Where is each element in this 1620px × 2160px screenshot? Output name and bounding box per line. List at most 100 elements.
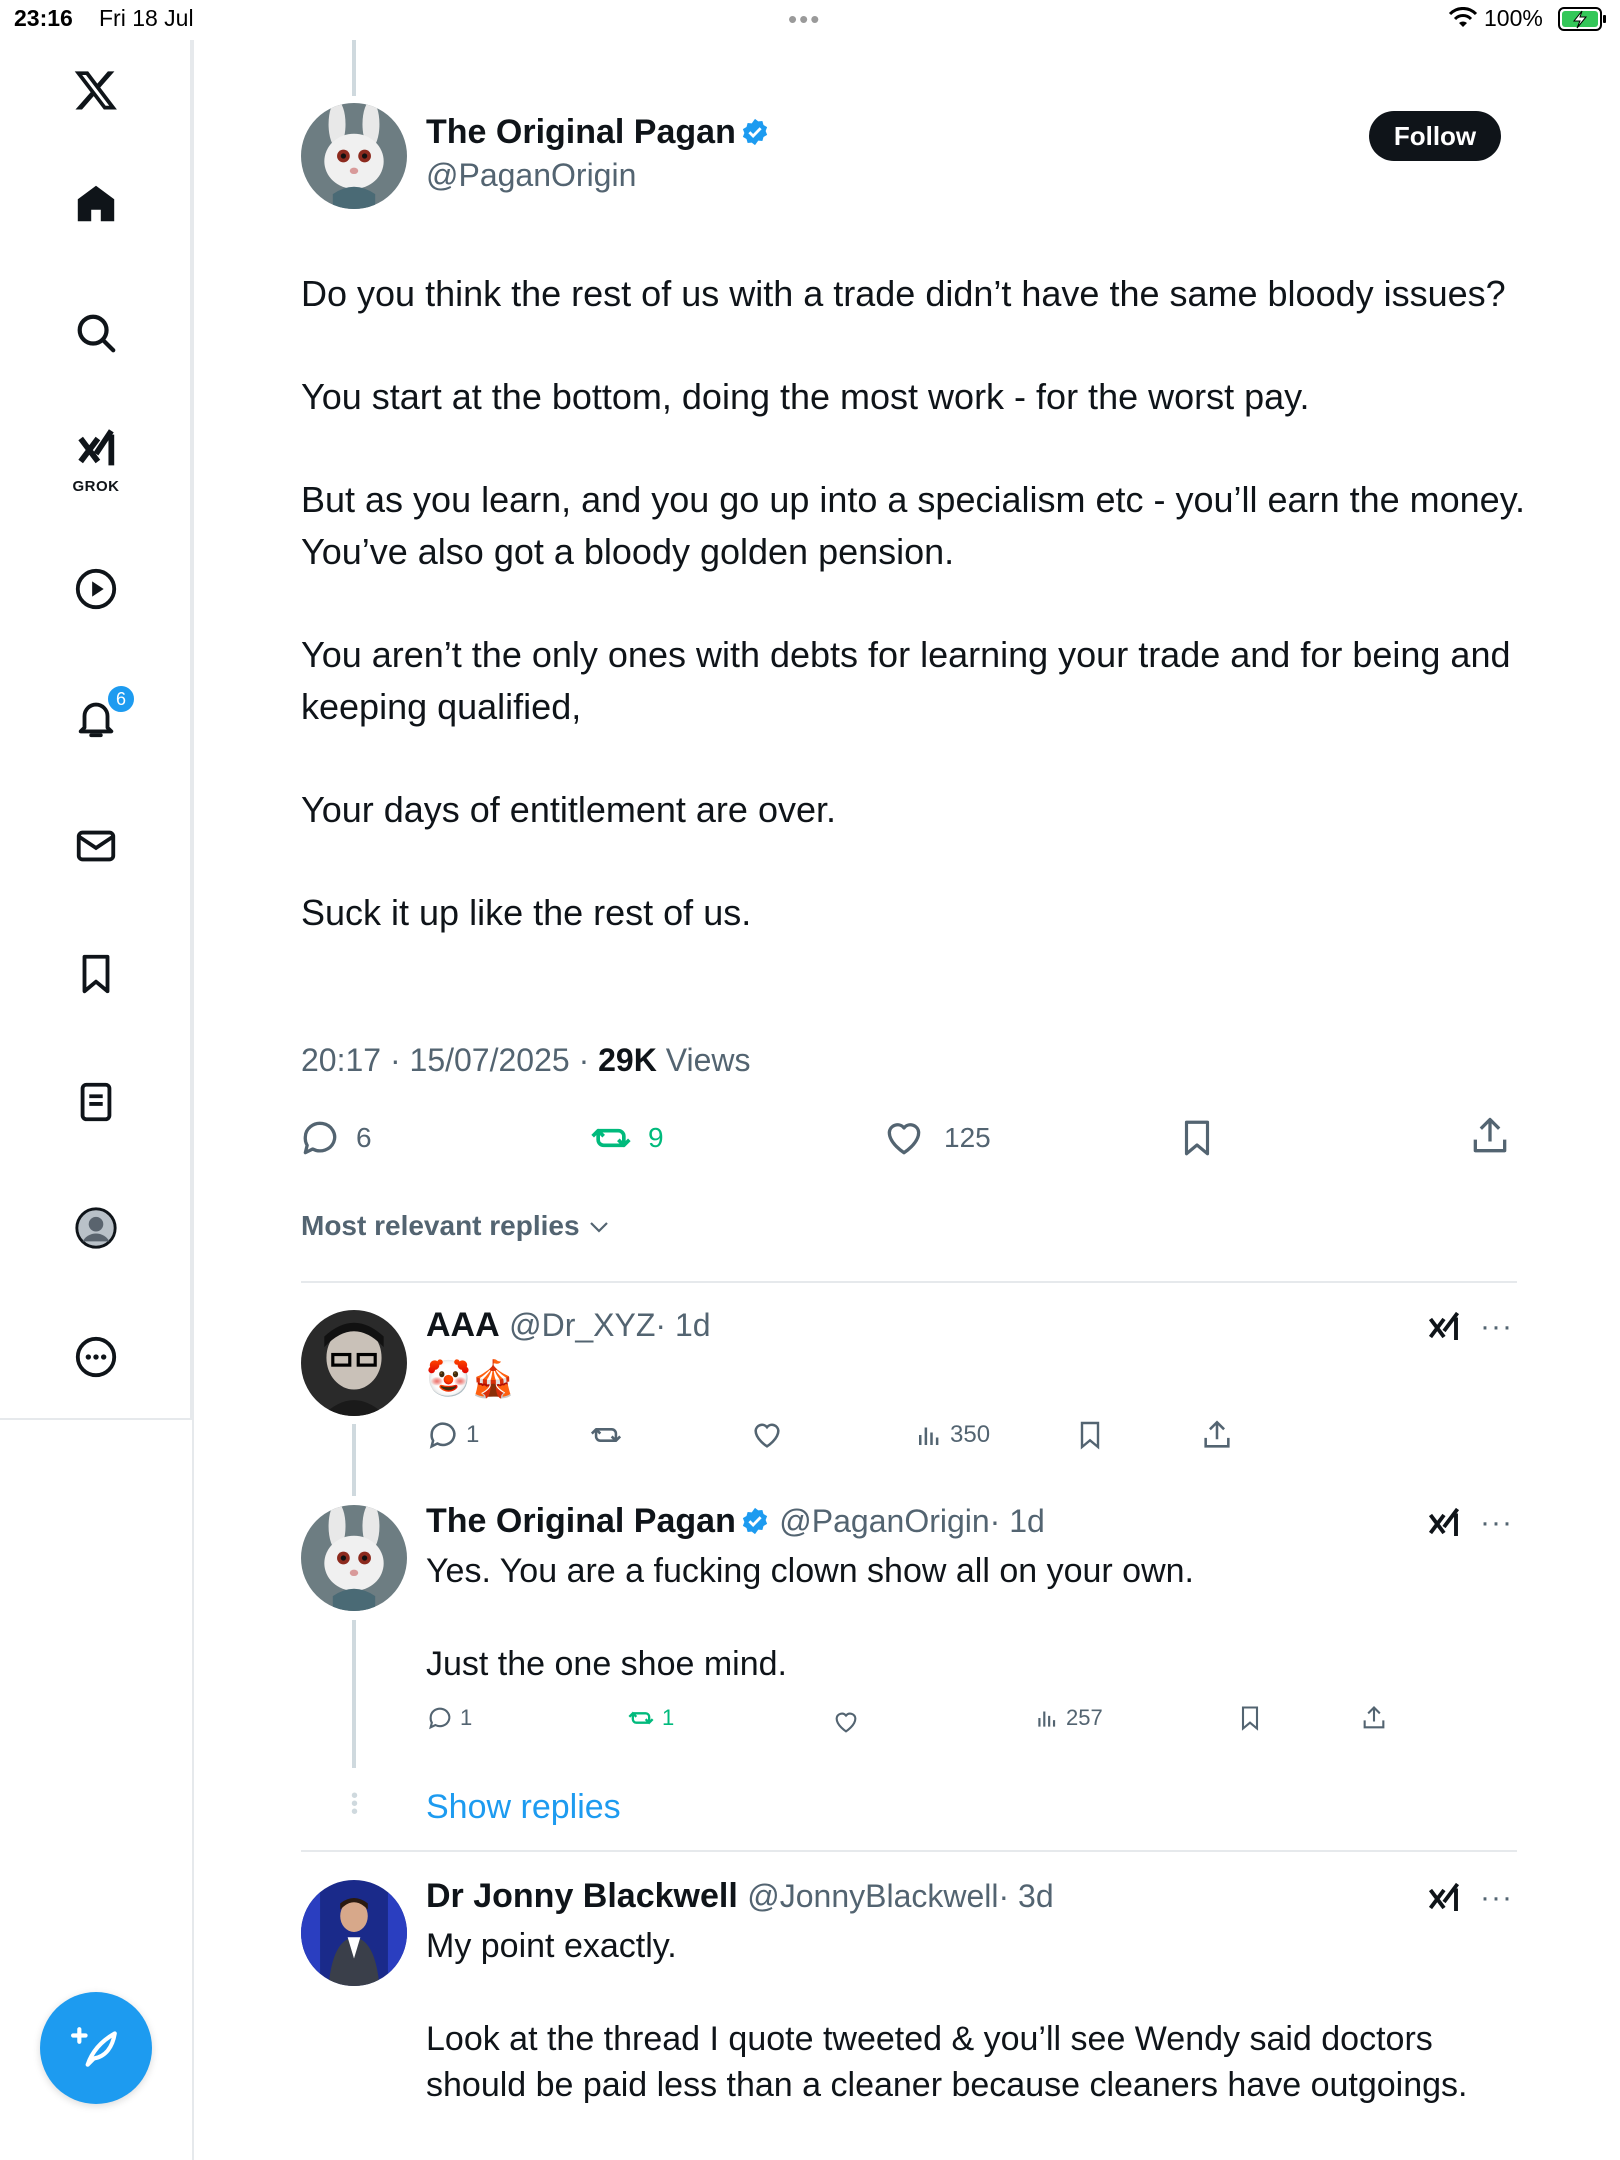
sidebar-divider bbox=[192, 40, 194, 2160]
reply-time[interactable]: · 1d bbox=[990, 1503, 1045, 1539]
author-name[interactable]: The Original Pagan bbox=[426, 113, 736, 151]
reply-action[interactable]: 1 bbox=[426, 1418, 479, 1452]
grok-explain-icon[interactable] bbox=[1426, 1310, 1462, 1346]
reply-author-name[interactable]: Dr Jonny Blackwell bbox=[426, 1877, 738, 1915]
share-action[interactable] bbox=[1468, 1114, 1512, 1158]
grok-explain-icon[interactable] bbox=[1426, 1881, 1462, 1917]
more-options-icon[interactable]: ··· bbox=[1480, 1881, 1513, 1915]
search-icon[interactable] bbox=[66, 303, 126, 363]
tweet-paragraph: You start at the bottom, doing the most … bbox=[301, 376, 1310, 417]
views-count: 350 bbox=[950, 1421, 991, 1448]
reply-text: 🤡🎪 bbox=[426, 1358, 516, 1399]
author-avatar[interactable] bbox=[301, 103, 407, 209]
share-action[interactable] bbox=[1200, 1418, 1234, 1452]
views-count: 257 bbox=[1066, 1705, 1103, 1730]
reply-avatar[interactable] bbox=[301, 1880, 407, 1986]
reply-count: 1 bbox=[460, 1705, 473, 1730]
share-upload-icon bbox=[1473, 1117, 1507, 1153]
reply-author-name[interactable]: The Original Pagan bbox=[426, 1502, 736, 1540]
divider bbox=[301, 1850, 1517, 1852]
repost-count: 9 bbox=[648, 1122, 664, 1153]
more-options-circle-icon[interactable] bbox=[66, 1327, 126, 1387]
reply-time[interactable]: · 1d bbox=[655, 1307, 710, 1343]
tweet-paragraph: You aren’t the only ones with debts for … bbox=[301, 634, 1511, 727]
show-replies-link[interactable]: Show replies bbox=[426, 1788, 621, 1827]
messages-envelope-icon[interactable] bbox=[66, 816, 126, 876]
reply-author-handle[interactable]: @JonnyBlackwell bbox=[747, 1878, 998, 1914]
man-with-glasses-avatar-image bbox=[301, 1310, 407, 1416]
repost-action[interactable]: 1 bbox=[626, 1704, 674, 1732]
views-label: Views bbox=[656, 1042, 751, 1078]
bookmark-icon bbox=[1241, 1706, 1259, 1731]
tweet-paragraph: But as you learn, and you go up into a s… bbox=[301, 479, 1526, 572]
repost-icon bbox=[590, 1428, 622, 1442]
reply-time[interactable]: · 3d bbox=[998, 1878, 1053, 1914]
analytics-bars-icon bbox=[919, 1427, 939, 1445]
reply-action[interactable]: 1 bbox=[426, 1704, 472, 1732]
bookmark-action[interactable] bbox=[1236, 1704, 1264, 1732]
reply-avatar[interactable] bbox=[301, 1310, 407, 1416]
more-options-icon[interactable]: ··· bbox=[1480, 1310, 1513, 1344]
chevron-down-icon bbox=[590, 1222, 609, 1233]
reply-author-handle[interactable]: @Dr_XYZ bbox=[509, 1307, 655, 1343]
notification-count-badge: 6 bbox=[106, 684, 136, 714]
reply-author-name[interactable]: AAA bbox=[426, 1306, 500, 1344]
divider bbox=[301, 1281, 1517, 1283]
reply-bubble-icon bbox=[303, 1121, 337, 1155]
repost-action[interactable] bbox=[588, 1418, 624, 1452]
status-bar: 23:16 Fri 18 Jul ••• 100% bbox=[0, 0, 1620, 40]
tweet-body: Do you think the rest of us with a trade… bbox=[301, 268, 1531, 990]
views-action[interactable]: 257 bbox=[1034, 1704, 1103, 1732]
verified-badge-icon bbox=[742, 1507, 767, 1535]
profile-avatar-icon[interactable] bbox=[66, 1198, 126, 1258]
x-logo-icon[interactable] bbox=[66, 60, 126, 120]
video-play-icon[interactable] bbox=[66, 559, 126, 619]
tweet-paragraph: Your days of entitlement are over. bbox=[301, 789, 836, 830]
reply-avatar[interactable] bbox=[301, 1505, 407, 1611]
repost-count: 1 bbox=[662, 1705, 675, 1730]
reply-header: AAA @Dr_XYZ· 1d bbox=[426, 1306, 711, 1345]
like-action[interactable]: 125 bbox=[882, 1116, 991, 1160]
reply-text: Yes. You are a fucking clown show all on… bbox=[426, 1552, 1195, 1590]
like-count: 125 bbox=[944, 1122, 991, 1153]
share-action[interactable] bbox=[1360, 1704, 1388, 1732]
bookmark-action[interactable] bbox=[1074, 1418, 1106, 1452]
heart-icon bbox=[754, 1423, 780, 1448]
reply-action[interactable]: 6 bbox=[298, 1116, 372, 1160]
reply-author-handle[interactable]: @PaganOrigin bbox=[779, 1503, 989, 1539]
reply-count: 6 bbox=[356, 1122, 372, 1153]
reply-text: My point exactly. bbox=[426, 1927, 677, 1965]
repost-icon bbox=[591, 1128, 631, 1148]
follow-button[interactable]: Follow bbox=[1369, 111, 1501, 161]
bookmark-action[interactable] bbox=[1176, 1116, 1218, 1160]
heart-icon bbox=[835, 1712, 857, 1733]
share-upload-icon bbox=[1363, 1706, 1385, 1729]
thread-connector-line bbox=[352, 40, 356, 96]
status-time: 23:16 bbox=[14, 5, 73, 31]
white-rabbit-avatar-image bbox=[301, 1505, 407, 1611]
compose-post-button[interactable] bbox=[40, 1992, 152, 2104]
author-handle[interactable]: @PaganOrigin bbox=[426, 157, 636, 194]
views-count: 29K bbox=[598, 1042, 657, 1078]
multitask-dots-icon[interactable]: ••• bbox=[788, 4, 821, 35]
grok-explain-icon[interactable] bbox=[1426, 1506, 1462, 1542]
bookmarks-icon[interactable] bbox=[66, 944, 126, 1004]
tweet-timestamp[interactable]: 20:17 · 15/07/2025 · bbox=[301, 1042, 598, 1078]
thread-ellipsis-icon: • • • bbox=[351, 1785, 359, 1823]
reply-text: Just the one shoe mind. bbox=[426, 1645, 788, 1683]
tweet-meta: 20:17 · 15/07/2025 · 29K Views bbox=[301, 1042, 750, 1079]
battery-charging-icon bbox=[1558, 7, 1606, 31]
feather-plus-icon bbox=[71, 2027, 117, 2067]
reply-bubble-icon bbox=[429, 1422, 456, 1449]
like-action[interactable] bbox=[832, 1708, 860, 1736]
repost-action[interactable]: 9 bbox=[588, 1116, 664, 1160]
tweet-paragraph: Do you think the rest of us with a trade… bbox=[301, 273, 1506, 314]
reply-count: 1 bbox=[466, 1421, 480, 1448]
replies-sort-dropdown[interactable]: Most relevant replies bbox=[301, 1210, 611, 1242]
lists-icon[interactable] bbox=[66, 1072, 126, 1132]
views-action[interactable]: 350 bbox=[914, 1418, 990, 1452]
more-options-icon[interactable]: ··· bbox=[1480, 1506, 1513, 1540]
home-icon[interactable] bbox=[66, 174, 126, 234]
like-action[interactable] bbox=[750, 1418, 784, 1452]
grok-icon[interactable] bbox=[66, 420, 126, 480]
